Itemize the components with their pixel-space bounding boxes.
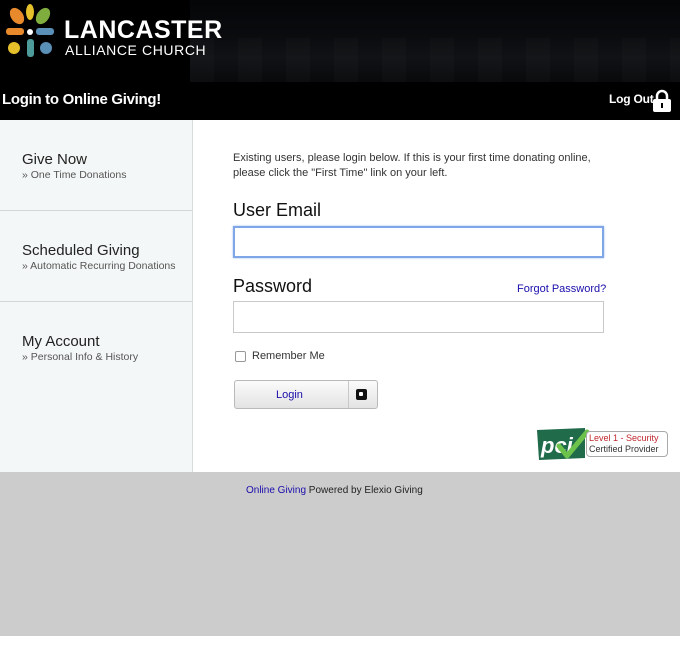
login-button-divider [348, 381, 349, 408]
brand-subtitle: ALLIANCE CHURCH [65, 42, 207, 58]
sidebar-item-scheduled-giving[interactable]: Scheduled Giving » Automatic Recurring D… [0, 211, 192, 302]
footer-credit: Online Giving Powered by Elexio Giving [246, 485, 423, 496]
sidebar-item-give-now[interactable]: Give Now » One Time Donations [0, 120, 192, 211]
banner-texture [190, 38, 680, 82]
sidebar-item-subtitle: » Personal Info & History [22, 351, 139, 363]
remember-me-label: Remember Me [252, 350, 325, 362]
remember-me-checkbox[interactable] [235, 351, 246, 362]
sidebar-item-title: Give Now [22, 151, 88, 168]
email-label: User Email [233, 200, 322, 220]
sidebar-item-subtitle: » One Time Donations [22, 169, 127, 181]
email-field[interactable] [233, 226, 604, 258]
brand-name: LANCASTER [64, 16, 223, 44]
sidebar-item-title: My Account [22, 333, 100, 350]
lock-icon[interactable] [652, 89, 672, 113]
password-label: Password [233, 276, 313, 296]
login-instructions: Existing users, please login below. If t… [233, 152, 591, 179]
pci-level-text: Level 1 - Security [589, 433, 659, 443]
login-button-label[interactable]: Login [276, 389, 303, 401]
sidebar-item-subtitle: » Automatic Recurring Donations [22, 260, 176, 272]
page-title: Login to Online Giving! [2, 91, 161, 108]
login-arrow-icon[interactable] [356, 389, 367, 400]
pci-certified-text: Certified Provider [589, 444, 659, 454]
online-giving-link[interactable]: Online Giving [246, 485, 306, 496]
sidebar-item-title: Scheduled Giving [22, 242, 140, 259]
powered-by-text: Powered by Elexio Giving [306, 485, 423, 496]
footer [0, 472, 680, 636]
church-logo-icon [6, 4, 54, 57]
sidebar-item-my-account[interactable]: My Account » Personal Info & History [0, 302, 192, 393]
logout-link[interactable]: Log Out [609, 92, 654, 106]
forgot-password-link[interactable]: Forgot Password? [517, 283, 606, 295]
password-field[interactable] [233, 301, 604, 333]
sidebar: Give Now » One Time Donations Scheduled … [0, 120, 193, 472]
